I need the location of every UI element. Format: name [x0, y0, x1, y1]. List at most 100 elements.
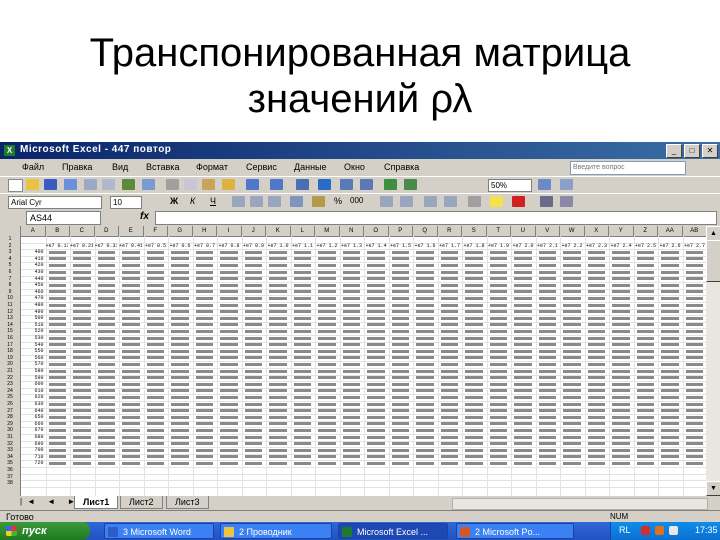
table-cell[interactable]: [342, 316, 360, 320]
table-cell[interactable]: [367, 316, 385, 320]
sort-descending-icon[interactable]: [360, 179, 373, 190]
table-cell[interactable]: [171, 369, 189, 373]
table-cell[interactable]: [195, 422, 213, 426]
table-cell[interactable]: [97, 376, 115, 380]
table-cell[interactable]: 670: [21, 427, 43, 433]
table-cell[interactable]: [563, 369, 581, 373]
table-cell[interactable]: [244, 461, 262, 465]
table-cell[interactable]: [367, 356, 385, 360]
table-cell[interactable]: [489, 356, 507, 360]
table-cell[interactable]: [146, 362, 164, 366]
table-cell[interactable]: 650: [21, 414, 43, 420]
table-header-cell[interactable]: +e7 1.9: [487, 243, 509, 249]
table-cell[interactable]: [171, 316, 189, 320]
table-cell[interactable]: [244, 422, 262, 426]
table-cell[interactable]: [440, 376, 458, 380]
table-cell[interactable]: [122, 349, 140, 353]
table-cell[interactable]: [416, 316, 434, 320]
table-cell[interactable]: [416, 336, 434, 340]
table-cell[interactable]: [685, 422, 703, 426]
table-cell[interactable]: [97, 448, 115, 452]
table-cell[interactable]: [416, 402, 434, 406]
table-cell[interactable]: [538, 455, 556, 459]
table-cell[interactable]: [465, 323, 483, 327]
table-cell[interactable]: [269, 369, 287, 373]
table-cell[interactable]: [661, 395, 679, 399]
toolbar-options-icon[interactable]: [560, 179, 573, 190]
table-cell[interactable]: [465, 329, 483, 333]
table-cell[interactable]: [122, 422, 140, 426]
table-cell[interactable]: [244, 283, 262, 287]
menu-window[interactable]: Окно: [344, 162, 365, 172]
table-cell[interactable]: [171, 415, 189, 419]
table-cell[interactable]: [342, 336, 360, 340]
table-cell[interactable]: [146, 461, 164, 465]
table-cell[interactable]: [195, 283, 213, 287]
table-cell[interactable]: [489, 402, 507, 406]
table-cell[interactable]: [342, 389, 360, 393]
table-cell[interactable]: [269, 435, 287, 439]
table-cell[interactable]: [220, 329, 238, 333]
table-cell[interactable]: [416, 270, 434, 274]
table-cell[interactable]: [391, 362, 409, 366]
table-cell[interactable]: [489, 349, 507, 353]
table-cell[interactable]: [122, 290, 140, 294]
table-cell[interactable]: [97, 362, 115, 366]
menu-insert[interactable]: Вставка: [146, 162, 179, 172]
column-header-t[interactable]: T: [487, 226, 511, 236]
table-cell[interactable]: [318, 270, 336, 274]
table-cell[interactable]: [293, 382, 311, 386]
table-cell[interactable]: [318, 448, 336, 452]
table-header-cell[interactable]: +e7 1.5: [389, 243, 411, 249]
table-cell[interactable]: [195, 362, 213, 366]
table-cell[interactable]: [269, 263, 287, 267]
table-cell[interactable]: [73, 382, 91, 386]
table-cell[interactable]: [440, 310, 458, 314]
minimize-button[interactable]: _: [666, 144, 682, 158]
table-cell[interactable]: [587, 316, 605, 320]
table-cell[interactable]: [48, 349, 66, 353]
table-cell[interactable]: [195, 263, 213, 267]
table-cell[interactable]: [685, 296, 703, 300]
table-cell[interactable]: [269, 257, 287, 261]
table-cell[interactable]: [416, 283, 434, 287]
table-cell[interactable]: [661, 376, 679, 380]
table-cell[interactable]: [318, 422, 336, 426]
table-cell[interactable]: [269, 448, 287, 452]
table-cell[interactable]: [563, 323, 581, 327]
table-cell[interactable]: [416, 296, 434, 300]
menu-edit[interactable]: Правка: [62, 162, 92, 172]
table-cell[interactable]: [318, 349, 336, 353]
table-cell[interactable]: [244, 316, 262, 320]
table-cell[interactable]: [97, 382, 115, 386]
table-cell[interactable]: [220, 442, 238, 446]
print-icon[interactable]: [84, 179, 97, 190]
table-cell[interactable]: [146, 329, 164, 333]
table-cell[interactable]: [538, 402, 556, 406]
table-cell[interactable]: [48, 336, 66, 340]
table-cell[interactable]: [661, 402, 679, 406]
table-cell[interactable]: [146, 455, 164, 459]
table-cell[interactable]: [685, 329, 703, 333]
column-header-c[interactable]: C: [70, 226, 95, 236]
table-cell[interactable]: [636, 402, 654, 406]
table-cell[interactable]: [440, 428, 458, 432]
table-cell[interactable]: [465, 263, 483, 267]
table-cell[interactable]: [318, 455, 336, 459]
table-cell[interactable]: [489, 455, 507, 459]
draw-border-icon[interactable]: [540, 196, 553, 207]
table-cell[interactable]: [97, 356, 115, 360]
table-cell[interactable]: [318, 362, 336, 366]
table-cell[interactable]: [391, 343, 409, 347]
table-cell[interactable]: [465, 389, 483, 393]
table-cell[interactable]: [440, 422, 458, 426]
table-cell[interactable]: [73, 402, 91, 406]
table-cell[interactable]: [48, 277, 66, 281]
table-cell[interactable]: [367, 435, 385, 439]
scroll-thumb[interactable]: [706, 240, 720, 282]
table-cell[interactable]: [171, 336, 189, 340]
table-cell[interactable]: 450: [21, 282, 43, 288]
table-cell[interactable]: [489, 343, 507, 347]
table-cell[interactable]: [563, 448, 581, 452]
table-cell[interactable]: [171, 389, 189, 393]
